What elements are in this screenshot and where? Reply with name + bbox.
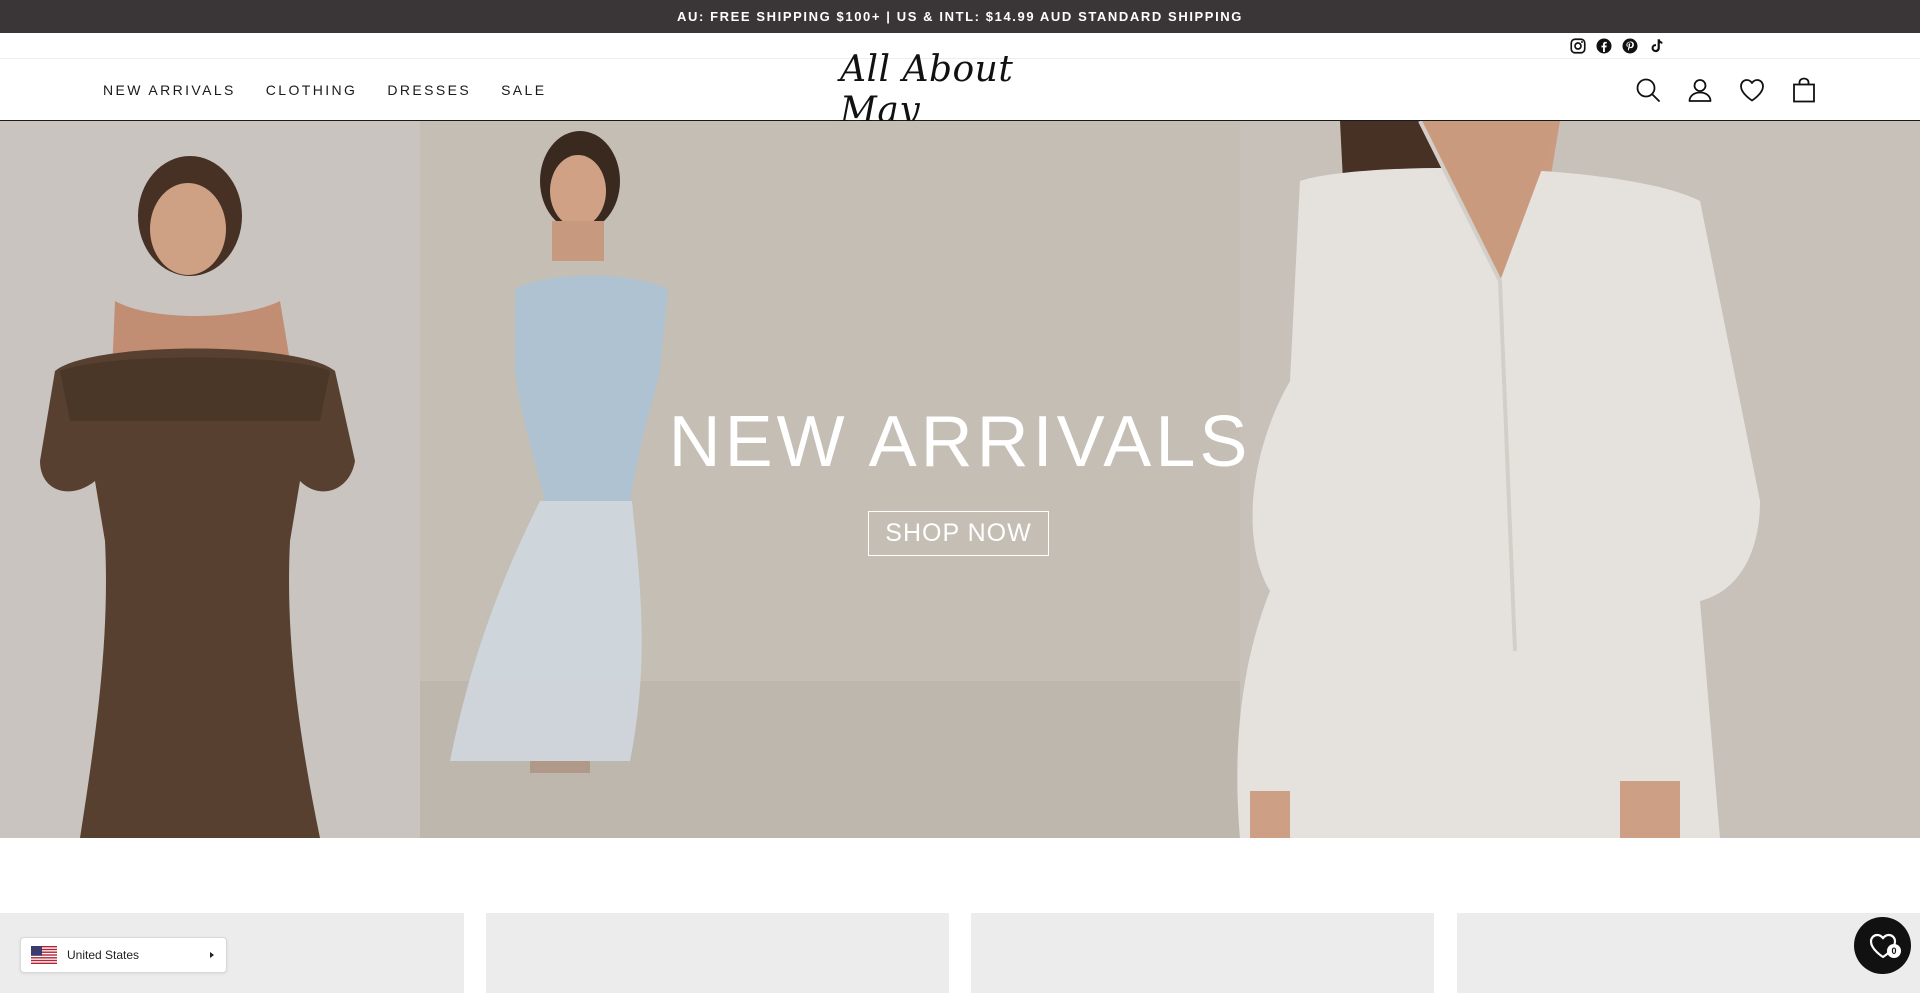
social-links <box>1569 33 1665 59</box>
account-icon[interactable] <box>1686 76 1714 104</box>
wishlist-count-badge: 0 <box>1887 944 1901 958</box>
product-tile[interactable] <box>486 913 949 993</box>
facebook-icon[interactable] <box>1595 37 1613 55</box>
wishlist-floating-button[interactable] <box>1854 917 1911 974</box>
nav-dresses[interactable]: DRESSES <box>387 82 471 98</box>
hero-banner[interactable]: NEW ARRIVALS SHOP NOW <box>0 121 1920 838</box>
header-actions <box>1634 59 1818 121</box>
instagram-icon[interactable] <box>1569 37 1587 55</box>
main-nav: NEW ARRIVALS CLOTHING DRESSES SALE <box>103 59 546 121</box>
pinterest-icon[interactable] <box>1621 37 1639 55</box>
product-tiles <box>0 913 1920 993</box>
site-logo[interactable]: All About May <box>840 49 1080 131</box>
search-icon[interactable] <box>1634 76 1662 104</box>
announcement-text: AU: FREE SHIPPING $100+ | US & INTL: $14… <box>677 9 1243 24</box>
product-tile[interactable] <box>1457 913 1920 993</box>
us-flag-icon <box>31 946 57 964</box>
announcement-bar: AU: FREE SHIPPING $100+ | US & INTL: $14… <box>0 0 1920 33</box>
nav-sale[interactable]: SALE <box>501 82 546 98</box>
wishlist-heart-icon[interactable] <box>1738 76 1766 104</box>
site-header: NEW ARRIVALS CLOTHING DRESSES SALE All A… <box>0 49 1920 131</box>
nav-clothing[interactable]: CLOTHING <box>266 82 358 98</box>
country-label: United States <box>67 948 140 962</box>
tiktok-icon[interactable] <box>1647 37 1665 55</box>
cart-bag-icon[interactable] <box>1790 76 1818 104</box>
shop-now-button[interactable]: SHOP NOW <box>868 511 1049 556</box>
nav-new-arrivals[interactable]: NEW ARRIVALS <box>103 82 236 98</box>
country-selector[interactable]: United States <box>20 937 227 973</box>
hero-title: NEW ARRIVALS <box>668 402 1252 482</box>
product-tile[interactable] <box>971 913 1434 993</box>
chevron-right-icon <box>210 952 214 958</box>
